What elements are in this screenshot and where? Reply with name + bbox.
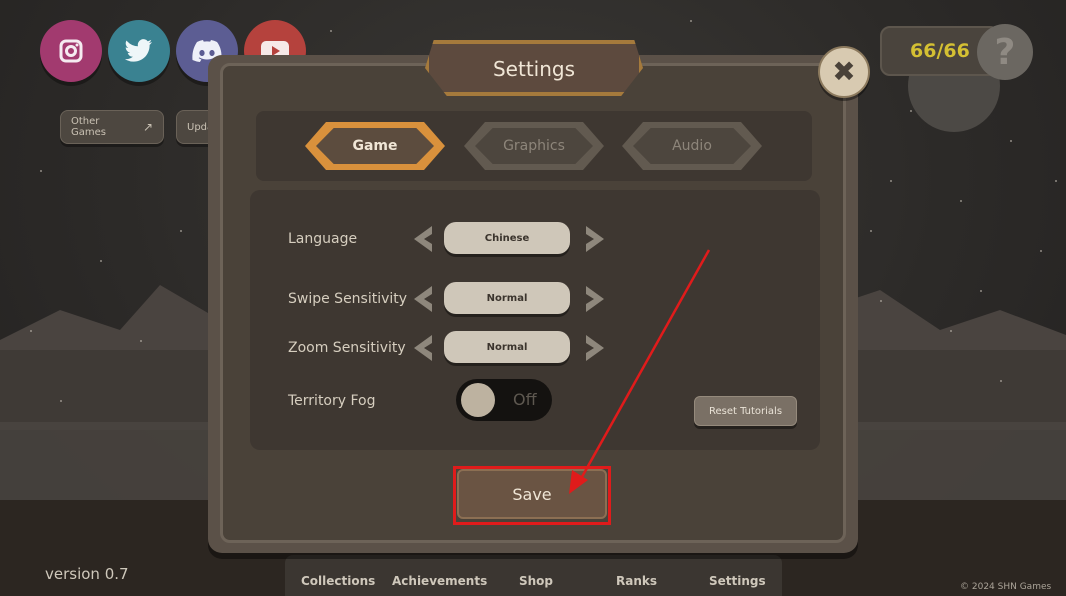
chevron-left-icon [414,286,432,312]
swipe-sensitivity-value: Normal [444,282,570,314]
help-button[interactable]: ? [977,24,1033,80]
reset-tutorials-button[interactable]: Reset Tutorials [694,396,797,426]
language-label: Language [288,231,358,247]
chevron-left-icon [414,335,432,361]
zoom-sensitivity-label: Zoom Sensitivity [288,340,406,356]
external-link-icon: ↗ [142,120,153,134]
save-button[interactable]: Save [457,469,607,519]
star [960,200,962,202]
nav-achievements[interactable]: Achievements [392,574,487,588]
chevron-right-icon [586,335,604,361]
other-games-label: Other Games [71,116,106,138]
star [950,330,952,332]
star [140,340,142,342]
toggle-knob [461,383,495,417]
tab-graphics-label: Graphics [503,138,565,154]
nav-collections[interactable]: Collections [301,574,375,588]
twitter-icon [125,39,152,62]
twitter-button[interactable] [108,20,170,82]
tab-audio-label: Audio [672,138,712,154]
star [690,20,692,22]
language-next-button[interactable] [582,224,612,254]
copyright-label: © 2024 SHN Games [960,582,1052,592]
territory-fog-label: Territory Fog [288,393,376,409]
counter-value: 66/66 [910,40,970,62]
dialog-title: Settings [492,57,576,81]
territory-fog-state: Off [513,390,537,409]
star [870,230,872,232]
star [1055,180,1057,182]
nav-settings[interactable]: Settings [709,574,766,588]
version-label: version 0.7 [45,565,129,583]
nav-shop[interactable]: Shop [519,574,553,588]
instagram-icon [59,39,83,63]
swipe-prev-button[interactable] [406,284,436,314]
star [1010,140,1012,142]
swipe-next-button[interactable] [582,284,612,314]
tab-game[interactable]: Game [305,122,445,170]
swipe-sensitivity-label: Swipe Sensitivity [288,291,408,307]
chevron-left-icon [414,226,432,252]
star [890,180,892,182]
language-prev-button[interactable] [406,224,436,254]
star [40,170,42,172]
tab-audio[interactable]: Audio [622,122,762,170]
close-button[interactable]: ✖ [818,46,870,98]
zoom-next-button[interactable] [582,333,612,363]
star [880,300,882,302]
nav-ranks[interactable]: Ranks [616,574,657,588]
question-icon: ? [994,31,1016,73]
star [1000,380,1002,382]
zoom-prev-button[interactable] [406,333,436,363]
star [180,230,182,232]
chevron-right-icon [586,286,604,312]
star [1040,250,1042,252]
star [60,400,62,402]
zoom-sensitivity-value: Normal [444,331,570,363]
star [330,30,332,32]
language-value: Chinese [444,222,570,254]
star [30,330,32,332]
tab-graphics[interactable]: Graphics [464,122,604,170]
instagram-button[interactable] [40,20,102,82]
other-games-button[interactable]: Other Games ↗ [60,110,164,144]
close-icon: ✖ [832,55,856,88]
chevron-right-icon [586,226,604,252]
star [910,110,912,112]
tab-game-label: Game [352,138,398,154]
star [980,290,982,292]
star [100,260,102,262]
